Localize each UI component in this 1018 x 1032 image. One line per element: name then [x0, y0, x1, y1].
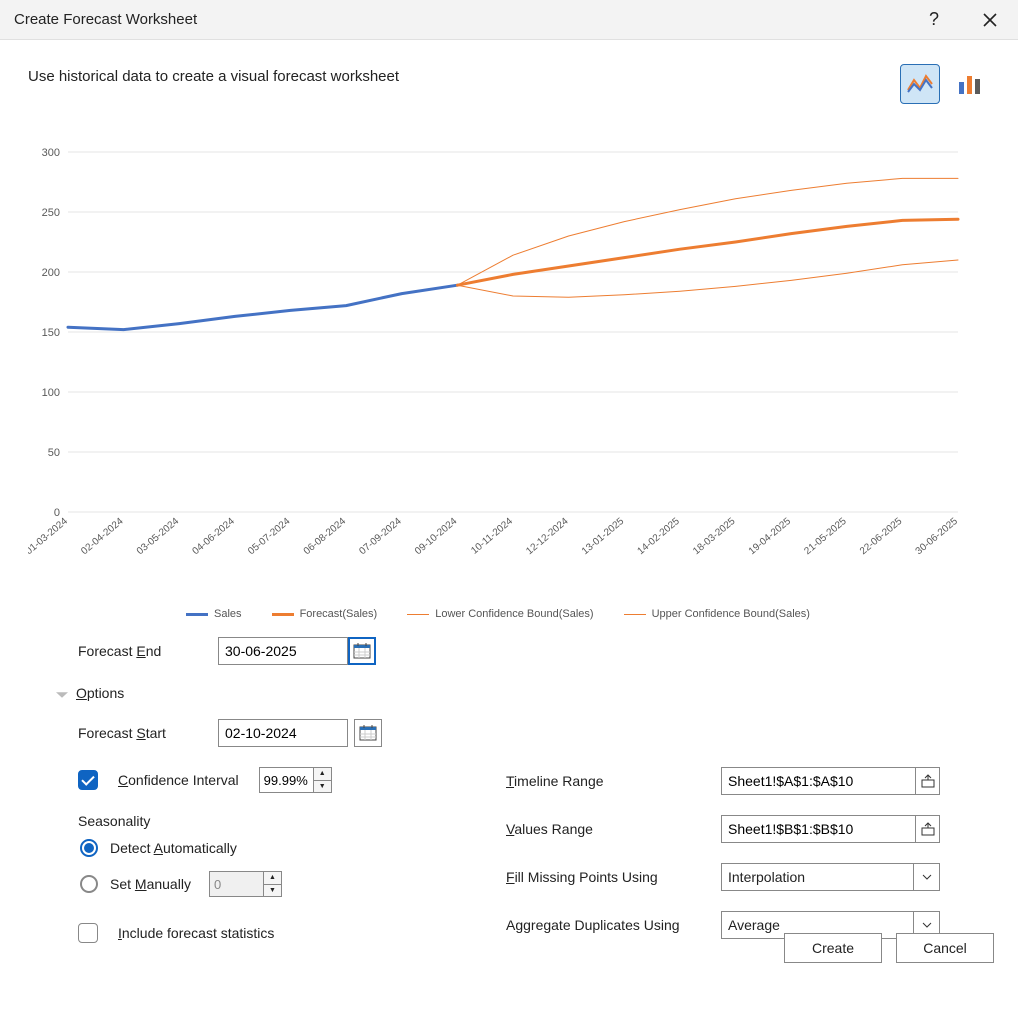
fill-missing-label: Fill Missing Points Using	[506, 869, 701, 885]
forecast-end-datepicker-button[interactable]	[348, 637, 376, 665]
svg-text:22-06-2025: 22-06-2025	[858, 516, 905, 558]
svg-text:19-04-2025: 19-04-2025	[747, 516, 794, 558]
svg-text:12-12-2024: 12-12-2024	[524, 516, 571, 558]
seasonality-auto-label: Detect Automatically	[110, 840, 237, 856]
svg-text:13-01-2025: 13-01-2025	[580, 516, 627, 558]
values-range-input[interactable]	[721, 815, 916, 843]
svg-text:150: 150	[42, 327, 60, 339]
forecast-start-label: Forecast Start	[78, 725, 198, 741]
confidence-interval-checkbox[interactable]	[78, 770, 98, 790]
chart-type-column-button[interactable]	[950, 64, 990, 104]
forecast-start-input[interactable]	[218, 719, 348, 747]
include-stats-checkbox[interactable]	[78, 923, 98, 943]
line-chart-icon	[906, 72, 934, 96]
dialog-subtitle: Use historical data to create a visual f…	[28, 68, 990, 85]
help-button[interactable]: ?	[920, 6, 948, 34]
forecast-end-label: Forecast End	[78, 643, 198, 659]
column-chart-icon	[956, 72, 984, 96]
cancel-button[interactable]: Cancel	[896, 933, 994, 963]
svg-text:04-06-2024: 04-06-2024	[191, 516, 238, 558]
svg-text:0: 0	[54, 507, 60, 519]
dialog-title: Create Forecast Worksheet	[14, 11, 197, 28]
svg-text:06-08-2024: 06-08-2024	[302, 516, 349, 558]
aggregate-value: Average	[728, 917, 780, 933]
close-button[interactable]	[976, 6, 1004, 34]
seasonality-label: Seasonality	[78, 813, 446, 829]
seasonality-manual-radio[interactable]	[80, 875, 98, 893]
svg-text:09-10-2024: 09-10-2024	[413, 516, 460, 558]
values-range-label: Values Range	[506, 821, 701, 837]
close-icon	[982, 12, 998, 28]
svg-text:01-03-2024: 01-03-2024	[28, 516, 70, 558]
timeline-range-picker-button[interactable]	[916, 767, 940, 795]
fill-missing-select[interactable]: Interpolation	[721, 863, 940, 891]
forecast-start-datepicker-button[interactable]	[354, 719, 382, 747]
svg-text:250: 250	[42, 207, 60, 219]
svg-text:03-05-2024: 03-05-2024	[135, 516, 182, 558]
svg-text:10-11-2024: 10-11-2024	[469, 516, 515, 557]
svg-text:07-09-2024: 07-09-2024	[357, 516, 404, 558]
confidence-interval-input[interactable]	[259, 767, 314, 793]
svg-text:21-05-2025: 21-05-2025	[802, 516, 849, 558]
svg-text:100: 100	[42, 387, 60, 399]
svg-text:02-04-2024: 02-04-2024	[79, 516, 126, 558]
svg-text:18-03-2025: 18-03-2025	[691, 516, 738, 558]
chevron-down-icon	[913, 864, 939, 890]
values-range-picker-button[interactable]	[916, 815, 940, 843]
svg-text:200: 200	[42, 267, 60, 279]
forecast-end-input[interactable]	[218, 637, 348, 665]
confidence-interval-spinner[interactable]: ▲▼	[314, 767, 332, 793]
create-button[interactable]: Create	[784, 933, 882, 963]
svg-text:05-07-2024: 05-07-2024	[246, 516, 293, 558]
options-expander[interactable]: Options	[56, 685, 940, 701]
forecast-chart: 0 50 100 150 200 250 300 01-03-202402-04-202403…	[28, 117, 968, 597]
chart-type-line-button[interactable]	[900, 64, 940, 104]
include-stats-label: Include forecast statistics	[118, 925, 274, 941]
seasonality-manual-label: Set Manually	[110, 876, 191, 892]
seasonality-auto-radio[interactable]	[80, 839, 98, 857]
range-select-icon	[921, 822, 935, 836]
range-select-icon	[921, 774, 935, 788]
aggregate-label: Aggregate Duplicates Using	[506, 917, 701, 933]
dialog-titlebar: Create Forecast Worksheet ?	[0, 0, 1018, 40]
calendar-icon	[359, 724, 377, 742]
svg-text:30-06-2025: 30-06-2025	[914, 516, 961, 558]
svg-text:50: 50	[48, 447, 60, 459]
seasonality-manual-input	[209, 871, 264, 897]
confidence-interval-label: Confidence Interval	[118, 772, 239, 788]
seasonality-manual-spinner[interactable]: ▲▼	[264, 871, 282, 897]
calendar-icon	[353, 642, 371, 660]
svg-text:300: 300	[42, 147, 60, 159]
chart-legend: SalesForecast(Sales)Lower Confidence Bou…	[28, 608, 968, 620]
svg-text:14-02-2025: 14-02-2025	[636, 516, 683, 558]
fill-missing-value: Interpolation	[728, 869, 805, 885]
timeline-range-label: Timeline Range	[506, 773, 701, 789]
expander-icon	[56, 692, 68, 698]
timeline-range-input[interactable]	[721, 767, 916, 795]
